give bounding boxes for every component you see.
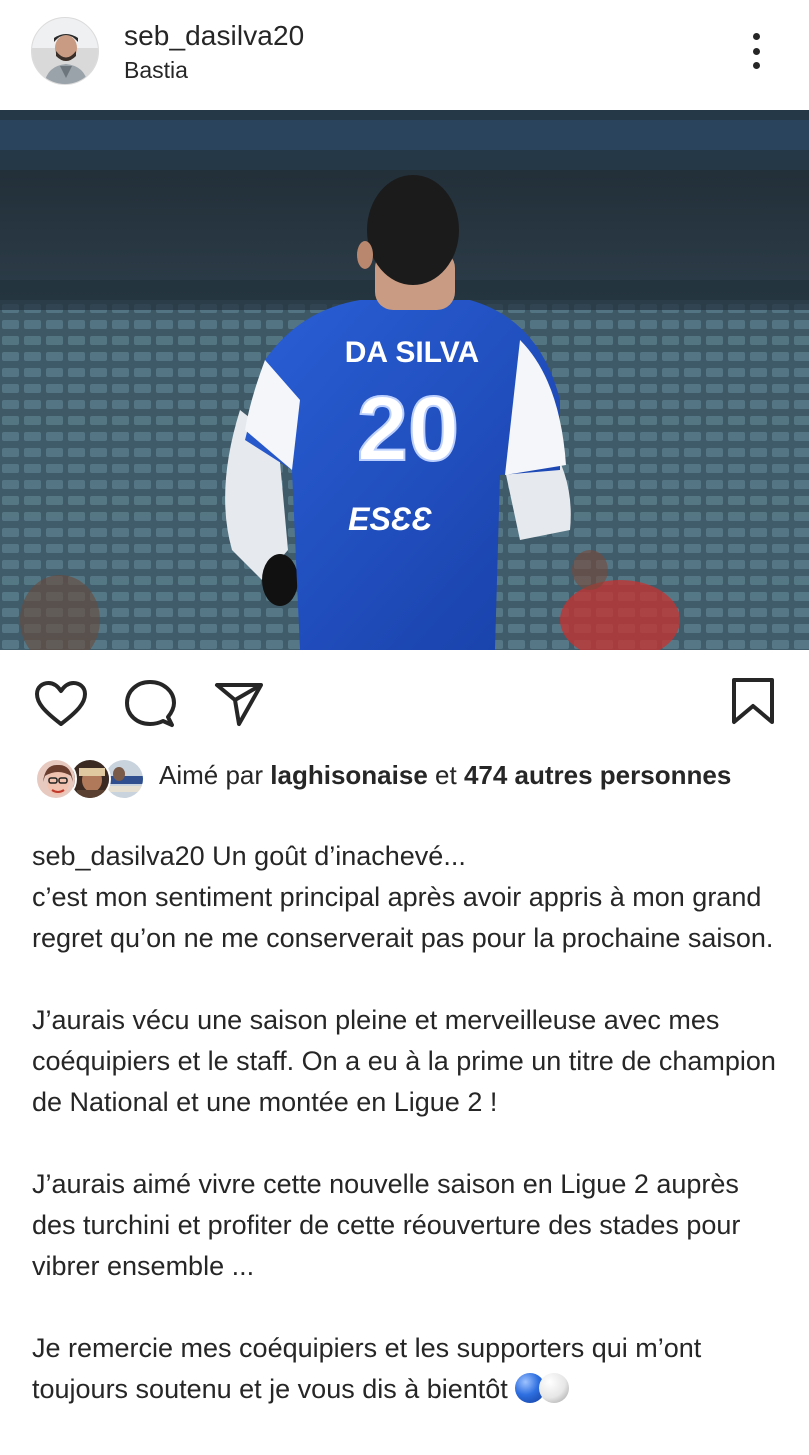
- likes-prefix: Aimé par: [159, 760, 264, 790]
- caption-paragraph: c’est mon sentiment principal après avoi…: [32, 882, 774, 953]
- liker-avatar: [35, 758, 77, 800]
- jersey-sponsor-text: ESƐƐ: [348, 501, 432, 537]
- like-button[interactable]: [34, 680, 88, 728]
- heart-icon: [35, 681, 87, 726]
- likes-connector: et: [435, 760, 457, 790]
- more-dot-icon: [752, 62, 760, 69]
- post-username[interactable]: seb_dasilva20: [124, 20, 304, 52]
- liker-avatars[interactable]: [35, 758, 145, 800]
- others-count[interactable]: 474 autres personnes: [464, 760, 731, 790]
- profile-avatar[interactable]: [31, 17, 99, 85]
- caption-paragraph-text: Je remercie mes coéquipiers et les suppo…: [32, 1333, 702, 1404]
- jersey-number-text: 20: [357, 378, 459, 480]
- post-caption: seb_dasilva20 Un goût d’inachevé... c’es…: [32, 836, 782, 1410]
- liker-username[interactable]: laghisonaise: [270, 760, 428, 790]
- caption-paragraph: J’aurais vécu une saison pleine et merve…: [32, 1005, 776, 1117]
- likes-text[interactable]: Aimé par laghisonaise et 474 autres pers…: [159, 756, 779, 794]
- caption-first-text: Un goût d’inachevé...: [212, 841, 466, 871]
- caption-paragraph: J’aurais aimé vivre cette nouvelle saiso…: [32, 1169, 741, 1281]
- more-dot-icon: [752, 33, 760, 40]
- save-button[interactable]: [730, 677, 776, 725]
- more-dot-icon: [752, 47, 760, 55]
- caption-username[interactable]: seb_dasilva20: [32, 841, 205, 871]
- share-icon: [215, 683, 263, 726]
- caption-first-line: seb_dasilva20 Un goût d’inachevé...: [32, 836, 782, 877]
- post-photo[interactable]: DA SILVA 20 ESƐƐ: [0, 110, 809, 650]
- comment-icon: [125, 680, 176, 727]
- more-options-button[interactable]: [740, 30, 772, 72]
- comment-button[interactable]: [124, 679, 176, 731]
- jersey-name-text: DA SILVA: [345, 336, 479, 369]
- bookmark-icon: [732, 678, 774, 724]
- caption-paragraph-last: Je remercie mes coéquipiers et les suppo…: [32, 1328, 782, 1410]
- post-actions: [0, 650, 809, 750]
- post-location[interactable]: Bastia: [124, 57, 188, 84]
- likes-summary: Aimé par laghisonaise et 474 autres pers…: [0, 752, 809, 832]
- post-header: seb_dasilva20 Bastia: [0, 0, 809, 108]
- share-button[interactable]: [214, 681, 264, 727]
- white-circle-emoji-icon: [539, 1373, 570, 1403]
